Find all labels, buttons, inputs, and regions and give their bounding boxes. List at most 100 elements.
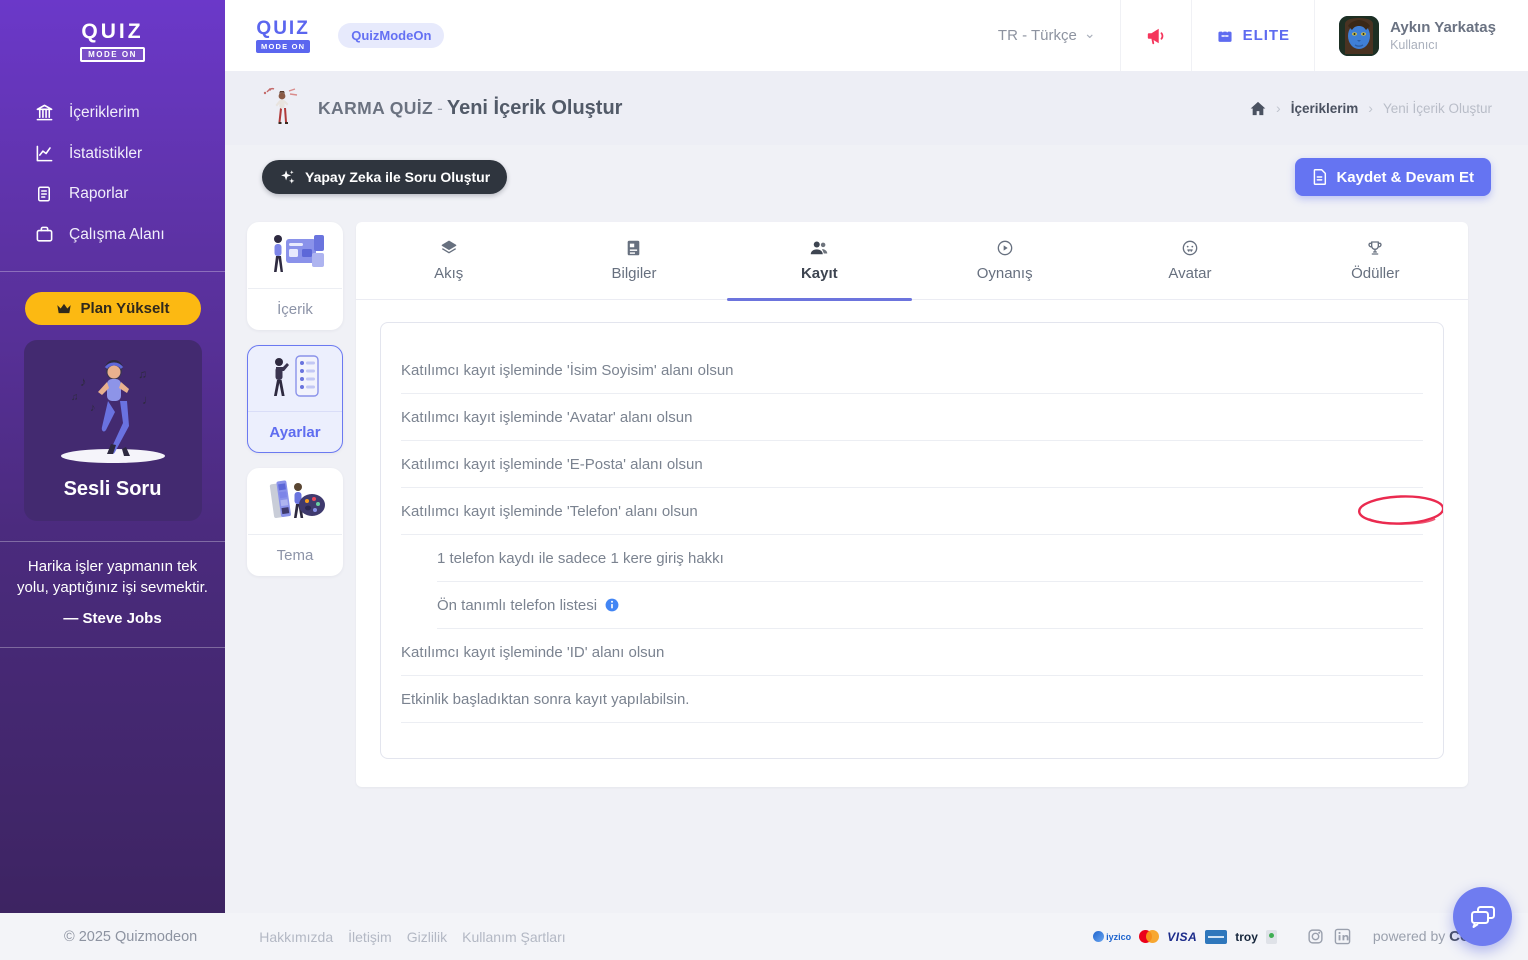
quote-text: Harika işler yapmanın tek yolu, yaptığın… [17, 558, 208, 596]
chat-fab-button[interactable] [1453, 887, 1512, 946]
setting-row-phone-single-entry: 1 telefon kaydı ile sadece 1 kere giriş … [437, 535, 1423, 582]
header-right: TR - Türkçe ELITE [974, 0, 1528, 71]
breadcrumb: İçeriklerim Yeni İçerik Oluştur [1250, 100, 1492, 116]
user-role: Kullanıcı [1390, 37, 1439, 52]
sidebar-item-label: Çalışma Alanı [69, 225, 165, 243]
svg-text:♫: ♫ [138, 367, 147, 381]
amex-logo [1205, 929, 1228, 944]
setting-label: Etkinlik başladıktan sonra kayıt yapılab… [401, 690, 690, 708]
social-links [1307, 928, 1351, 945]
header-logo[interactable]: QUIZ MODE ON [256, 19, 311, 53]
ai-button-label: Yapay Zeka ile Soru Oluştur [305, 169, 491, 185]
side-tab-content[interactable]: İçerik [247, 222, 343, 330]
crown-icon [56, 302, 72, 315]
breadcrumb-separator-icon [1368, 100, 1373, 116]
quiz-name: KARMA QUİZ [318, 97, 434, 118]
save-file-icon [1312, 169, 1327, 185]
etbis-badge [1265, 929, 1277, 944]
tab-registration[interactable]: Kayıt [726, 222, 913, 301]
workspace-icon [34, 225, 54, 244]
tab-label: Akış [434, 265, 464, 282]
breadcrumb-separator-icon [1276, 100, 1281, 116]
setting-row-phone-whitelist: Ön tanımlı telefon listesi [437, 582, 1423, 629]
announcements-button[interactable] [1119, 0, 1191, 71]
settings-illustration [248, 346, 342, 412]
iyzico-logo: iyzico [1093, 931, 1131, 942]
footer: © 2025 Quizmodeon Hakkımızda İletişim Gi… [0, 913, 1528, 960]
settings-panel: Akış Bilgiler Kayıt Oynanış Avatar Ödüll… [356, 222, 1468, 787]
sidebar-item-contents[interactable]: İçeriklerim [0, 92, 225, 133]
save-continue-button[interactable]: Kaydet & Devam Et [1295, 158, 1491, 196]
main-content: Yapay Zeka ile Soru Oluştur Kaydet & Dev… [225, 145, 1528, 913]
info-icon[interactable] [605, 598, 619, 612]
tab-rewards[interactable]: Ödüller [1283, 222, 1468, 299]
setting-row-name-surname: Katılımcı kayıt işleminde 'İsim Soyisim'… [401, 347, 1423, 394]
setting-label: Ön tanımlı telefon listesi [437, 596, 598, 614]
quote-author: — Steve Jobs [63, 610, 162, 628]
setting-label: Katılımcı kayıt işleminde 'İsim Soyisim'… [401, 361, 734, 379]
footer-links: Hakkımızda İletişim Gizlilik Kullanım Şa… [259, 929, 565, 945]
trophy-icon [1367, 239, 1383, 256]
content-illustration [248, 223, 342, 289]
user-name: Aykın Yarkataş [1390, 19, 1496, 37]
logo-badge: MODE ON [256, 39, 311, 53]
page-title-block: KARMA QUİZ - Yeni İçerik Oluştur [261, 86, 622, 130]
footer-link-terms[interactable]: Kullanım Şartları [462, 929, 565, 945]
setting-label: Katılımcı kayıt işleminde 'ID' alanı ols… [401, 643, 665, 661]
page-header: KARMA QUİZ - Yeni İçerik Oluştur İçerikl… [225, 71, 1528, 145]
top-header: QUIZ MODE ON QuizModeOn TR - Türkçe ELIT… [225, 0, 1528, 71]
sidebar: QUIZ MODE ON İçeriklerim İstatistikler R… [0, 0, 225, 913]
megaphone-icon [1145, 26, 1167, 46]
sidebar-item-reports[interactable]: Raporlar [0, 174, 225, 214]
footer-link-contact[interactable]: İletişim [348, 929, 392, 945]
sidebar-item-workspace[interactable]: Çalışma Alanı [0, 214, 225, 255]
sidebar-divider [0, 647, 225, 649]
reports-icon [34, 185, 54, 203]
tab-info[interactable]: Bilgiler [541, 222, 726, 299]
users-icon [810, 239, 828, 256]
workspace-chip[interactable]: QuizModeOn [338, 23, 445, 48]
promo-card[interactable]: ♪ ♫ ♪ ♩ ♫ Sesli Soru [23, 340, 202, 521]
home-icon[interactable] [1250, 101, 1266, 116]
tab-gameplay[interactable]: Oynanış [912, 222, 1097, 299]
plan-badge[interactable]: ELITE [1190, 0, 1315, 71]
user-menu[interactable]: Aykın Yarkataş Kullanıcı [1314, 0, 1528, 71]
setting-label: Katılımcı kayıt işleminde 'Telefon' alan… [401, 502, 698, 520]
sidebar-nav: İçeriklerim İstatistikler Raporlar Çalış… [0, 92, 225, 255]
breadcrumb-item-contents[interactable]: İçeriklerim [1291, 101, 1359, 116]
setting-row-email: Katılımcı kayıt işleminde 'E-Posta' alan… [401, 441, 1423, 488]
tab-avatar[interactable]: Avatar [1097, 222, 1282, 299]
quote-block: Harika işler yapmanın tek yolu, yaptığın… [0, 542, 225, 627]
library-icon [34, 103, 54, 122]
visa-logo: VISA [1167, 929, 1198, 944]
tab-label: Avatar [1168, 265, 1212, 282]
language-selector[interactable]: TR - Türkçe [974, 0, 1120, 71]
sidebar-item-label: İstatistikler [69, 144, 143, 162]
svg-text:♪: ♪ [80, 374, 87, 389]
side-tab-theme[interactable]: Tema [247, 468, 343, 576]
setting-label: Katılımcı kayıt işleminde 'E-Posta' alan… [401, 455, 703, 473]
footer-link-about[interactable]: Hakkımızda [259, 929, 333, 945]
theme-illustration [248, 469, 342, 535]
save-button-label: Kaydet & Devam Et [1336, 168, 1474, 186]
red-circle-annotation [1357, 495, 1443, 525]
side-tabs: İçerik Ayarlar Tema [247, 222, 343, 576]
sidebar-item-statistics[interactable]: İstatistikler [0, 133, 225, 174]
voice-question-illustration: ♪ ♫ ♪ ♩ ♫ [32, 356, 194, 468]
stats-icon [34, 144, 54, 163]
sidebar-item-label: İçeriklerim [69, 103, 140, 121]
instagram-icon[interactable] [1307, 928, 1324, 945]
elite-badge-icon [1216, 28, 1234, 44]
tab-flow[interactable]: Akış [356, 222, 541, 299]
tab-label: Oynanış [976, 265, 1033, 282]
footer-link-privacy[interactable]: Gizlilik [407, 929, 447, 945]
sidebar-logo: QUIZ MODE ON [0, 0, 225, 62]
linkedin-icon[interactable] [1334, 928, 1351, 945]
language-label: TR - Türkçe [997, 27, 1077, 44]
side-tab-settings[interactable]: Ayarlar [247, 345, 343, 453]
avatar [1339, 15, 1380, 56]
upgrade-plan-button[interactable]: Plan Yükselt [24, 292, 201, 325]
ai-create-question-button[interactable]: Yapay Zeka ile Soru Oluştur [262, 160, 508, 194]
setting-label: 1 telefon kaydı ile sadece 1 kere giriş … [437, 549, 724, 567]
svg-text:♩: ♩ [142, 392, 155, 407]
